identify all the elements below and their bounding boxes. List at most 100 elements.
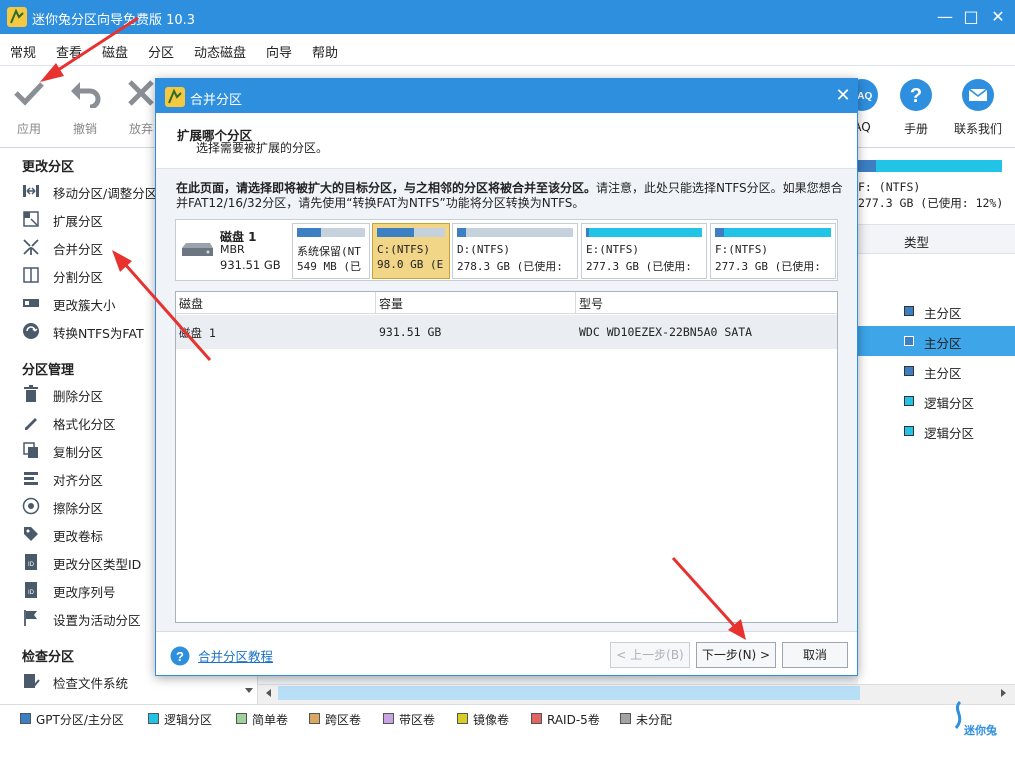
partition-block-e[interactable]: E:(NTFS) 277.3 GB (已使用:	[581, 223, 707, 279]
disk-info[interactable]: 磁盘 1 MBR 931.51 GB	[176, 220, 289, 280]
usage-bar	[715, 228, 831, 237]
column-header-model[interactable]: 型号	[576, 292, 837, 314]
section-header-check-partition: 检查分区	[22, 650, 75, 665]
partition-block-f[interactable]: F:(NTFS) 277.3 GB (已使用:	[710, 223, 836, 279]
app-window: 迷你兔分区向导免费版 10.3 — □ ✕ 常规 查看 磁盘 分区 动态磁盘 向…	[0, 0, 1015, 757]
disk-map: 磁盘 1 MBR 931.51 GB 系统保留(NT 549 MB (已 C:(…	[175, 219, 838, 281]
legend-swatch	[20, 713, 31, 724]
partition-type-row[interactable]: 主分区	[858, 296, 1015, 326]
back-button[interactable]: < 上一步(B)	[610, 642, 690, 668]
contact-button[interactable]: 联系我们	[948, 66, 1008, 144]
right-usage-fill	[858, 160, 876, 172]
column-header-disk[interactable]: 磁盘	[176, 292, 376, 314]
dialog-footer: ? 合并分区教程 < 上一步(B) 下一步(N) > 取消	[156, 631, 857, 675]
usage-bar	[377, 228, 445, 237]
convert-icon	[23, 323, 39, 339]
partition-block-c[interactable]: C:(NTFS) 98.0 GB (E	[372, 223, 450, 279]
right-partition-size: 277.3 GB (已使用: 12%)	[858, 196, 1004, 210]
usage-bar	[586, 228, 702, 237]
menu-help[interactable]: 帮助	[312, 42, 338, 61]
tag-icon	[24, 527, 38, 541]
app-logo-icon	[7, 7, 27, 27]
menu-dynamic-disk[interactable]: 动态磁盘	[194, 42, 246, 61]
copy-icon	[23, 442, 38, 458]
description-bold: 在此页面，请选择即将被扩大的目标分区，与之相邻的分区将被合并至该分区。	[176, 181, 597, 195]
app-title: 迷你兔分区向导免费版 10.3	[32, 13, 196, 28]
dialog-title-bar: 合并分区 ✕	[156, 79, 857, 113]
scroll-left-icon[interactable]	[264, 688, 272, 698]
mail-icon	[962, 79, 994, 111]
align-icon	[24, 472, 38, 485]
menu-disk[interactable]: 磁盘	[102, 42, 128, 61]
partition-block-d[interactable]: D:(NTFS) 278.3 GB (已使用:	[452, 223, 578, 279]
usage-bar	[457, 228, 573, 237]
maximize-button[interactable]: □	[960, 6, 982, 28]
legend-swatch	[148, 713, 159, 724]
partition-type-row[interactable]: 逻辑分区	[858, 416, 1015, 446]
minimize-button[interactable]: —	[934, 6, 956, 28]
svg-text:ID: ID	[28, 562, 35, 568]
dialog-header: 扩展哪个分区 选择需要被扩展的分区。	[156, 113, 857, 169]
menu-general[interactable]: 常规	[10, 42, 36, 61]
legend-swatch	[236, 713, 247, 724]
merge-partition-dialog: 合并分区 ✕ 扩展哪个分区 选择需要被扩展的分区。 在此页面，请选择即将被扩大的…	[155, 78, 858, 676]
column-header-capacity[interactable]: 容量	[376, 292, 576, 314]
menu-wizard[interactable]: 向导	[266, 42, 292, 61]
cell-capacity: 931.51 GB	[379, 325, 442, 339]
id-icon: ID	[25, 554, 37, 570]
usage-fill	[297, 228, 321, 237]
apply-button[interactable]: 应用	[1, 66, 57, 144]
right-usage-bar	[858, 160, 1002, 172]
partition-type-row[interactable]: 主分区	[858, 356, 1015, 386]
merge-icon	[23, 239, 39, 255]
type-swatch	[904, 306, 914, 316]
type-swatch	[904, 366, 914, 376]
disk-type: MBR	[220, 243, 245, 256]
dialog-subheading: 选择需要被扩展的分区。	[196, 141, 329, 155]
title-bar: 迷你兔分区向导免费版 10.3 — □ ✕	[0, 0, 1015, 34]
help-circle-icon[interactable]: ?	[170, 646, 190, 666]
help-question-icon: ?	[900, 79, 932, 111]
scroll-right-icon[interactable]	[1000, 688, 1008, 698]
merge-tutorial-link[interactable]: 合并分区教程	[198, 646, 273, 665]
cell-disk: 磁盘 1	[179, 326, 216, 340]
svg-text:?: ?	[176, 649, 184, 664]
hard-disk-icon	[182, 243, 213, 256]
close-button[interactable]: ✕	[987, 6, 1009, 28]
undo-button[interactable]: 撤销	[57, 66, 113, 144]
menu-partition[interactable]: 分区	[148, 42, 174, 61]
dialog-app-icon	[165, 87, 185, 107]
partition-type-row[interactable]: 逻辑分区	[858, 386, 1015, 416]
split-icon	[23, 267, 39, 283]
wipe-icon	[22, 497, 40, 515]
table-row[interactable]: 磁盘 1 931.51 GB WDC WD10EZEX-22BN5A0 SATA	[176, 315, 837, 349]
manual-button[interactable]: ? 手册	[888, 66, 944, 144]
usage-fill	[715, 228, 725, 237]
dialog-title: 合并分区	[190, 93, 243, 108]
legend-swatch	[620, 713, 631, 724]
brand-name: 迷你兔	[964, 724, 997, 737]
menu-view[interactable]: 查看	[56, 42, 82, 61]
right-partition-name: F: (NTFS)	[858, 180, 921, 194]
scrollbar-thumb[interactable]	[278, 686, 860, 700]
extend-icon	[23, 211, 39, 227]
legend-swatch	[309, 713, 320, 724]
type-swatch	[904, 396, 914, 406]
sidebar-scroll-down-icon[interactable]	[244, 687, 254, 695]
disk-size: 931.51 GB	[220, 258, 281, 272]
next-button[interactable]: 下一步(N) >	[696, 642, 776, 668]
partition-block-system-reserved[interactable]: 系统保留(NT 549 MB (已	[292, 223, 370, 279]
legend-swatch	[383, 713, 394, 724]
pen-icon	[25, 418, 37, 430]
undo-icon	[71, 82, 101, 108]
usage-bar	[297, 228, 365, 237]
usage-fill	[457, 228, 467, 237]
partition-type-row-selected[interactable]: 主分区	[858, 326, 1015, 356]
cluster-icon	[23, 299, 39, 307]
dialog-body: 在此页面，请选择即将被扩大的目标分区，与之相邻的分区将被合并至该分区。请注意，此…	[156, 169, 857, 631]
dialog-description: 在此页面，请选择即将被扩大的目标分区，与之相邻的分区将被合并至该分区。请注意，此…	[176, 181, 844, 211]
section-header-partition-management: 分区管理	[22, 363, 75, 378]
cancel-button[interactable]: 取消	[782, 642, 848, 668]
dialog-close-button[interactable]: ✕	[832, 85, 854, 107]
type-swatch	[904, 426, 914, 436]
